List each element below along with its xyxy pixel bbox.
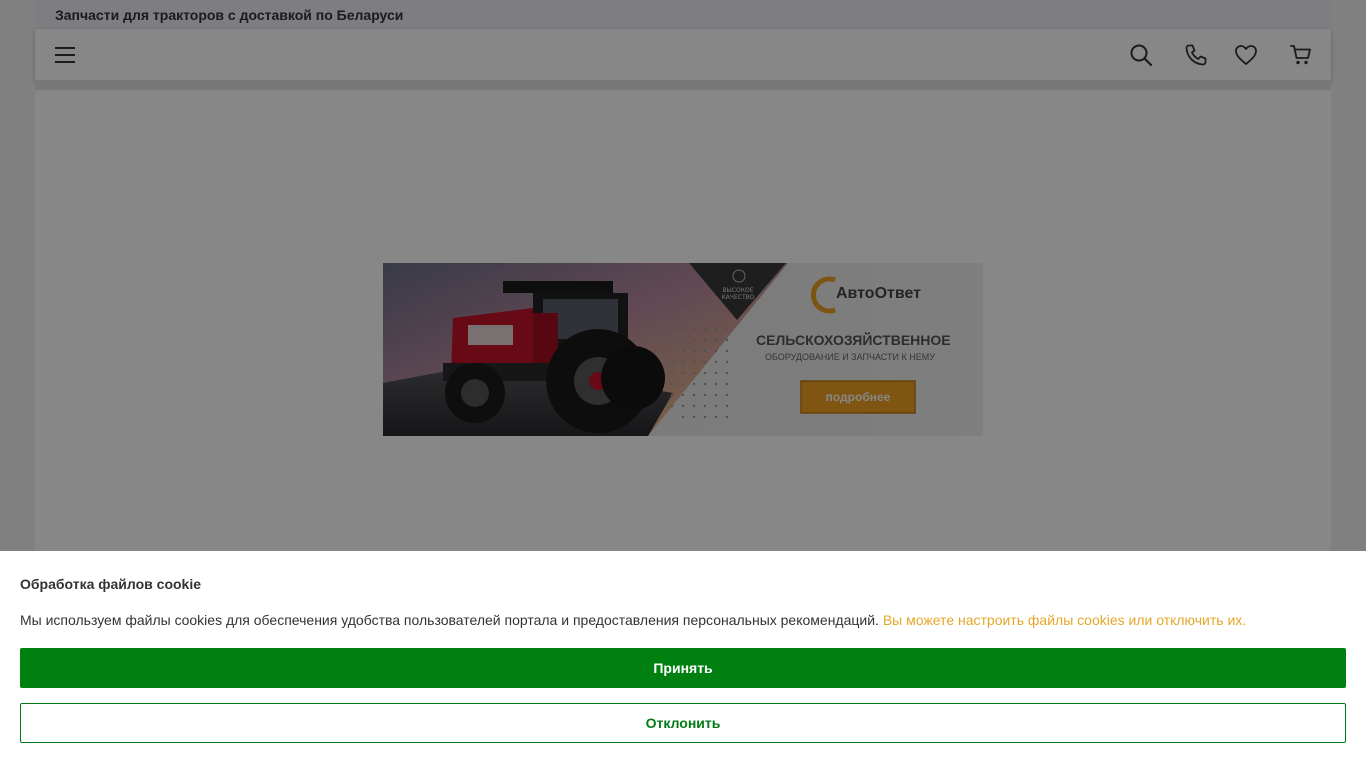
cookie-title: Обработка файлов cookie	[20, 576, 202, 592]
decline-button[interactable]: Отклонить	[20, 703, 1346, 743]
cookie-settings-link[interactable]: Вы можете настроить файлы cookies или от…	[883, 612, 1246, 628]
cookie-text: Мы используем файлы cookies для обеспече…	[20, 612, 879, 628]
cookie-description: Мы используем файлы cookies для обеспече…	[20, 612, 1246, 628]
cookie-consent-panel: Обработка файлов cookie Мы используем фа…	[0, 551, 1366, 768]
accept-button[interactable]: Принять	[20, 648, 1346, 688]
page: Запчасти для тракторов с доставкой по Бе…	[0, 0, 1366, 768]
